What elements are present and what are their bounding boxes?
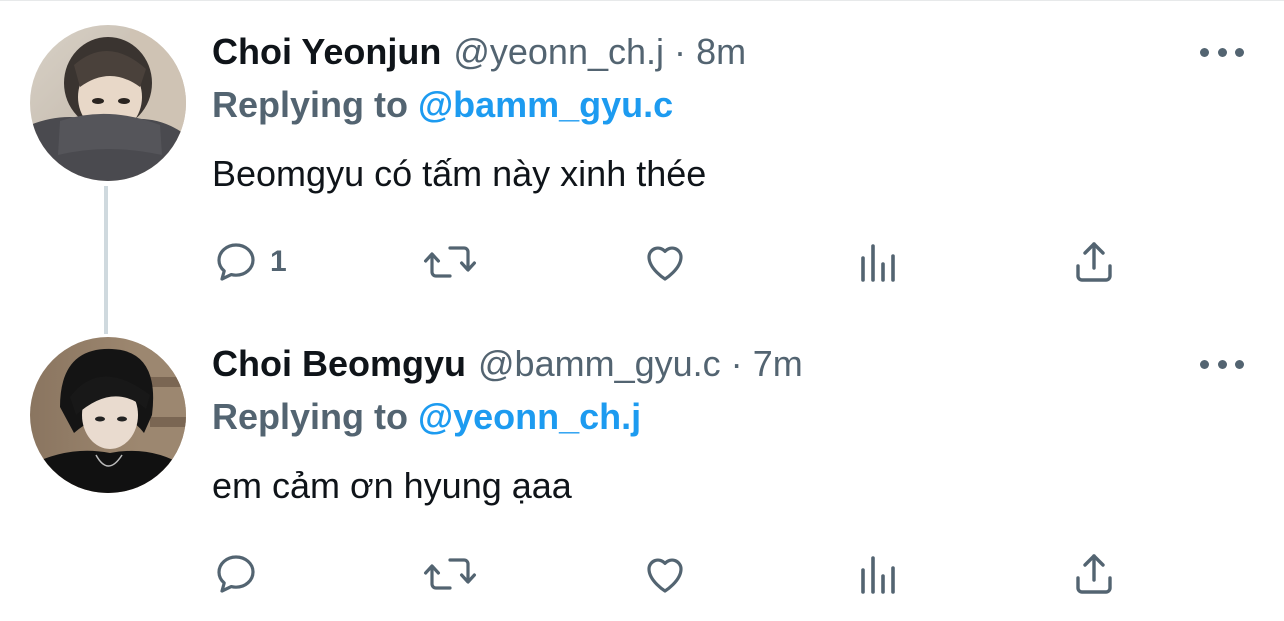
separator-dot: ·: [730, 343, 743, 384]
views-icon: [861, 556, 895, 594]
tweet-text: Beomgyu có tấm này xinh thée: [212, 153, 707, 194]
action-bar: 1: [212, 232, 1172, 292]
replying-to-line: Replying to @bamm_gyu.c: [212, 83, 673, 127]
tweet-header: Choi Yeonjun @yeonn_ch.j · 8m: [212, 30, 746, 74]
retweet-button[interactable]: [422, 232, 478, 292]
user-handle[interactable]: @bamm_gyu.c: [478, 343, 721, 384]
action-bar: [212, 544, 1172, 604]
share-icon: [1076, 554, 1112, 594]
mention-link[interactable]: @yeonn_ch.j: [418, 396, 641, 437]
views-button[interactable]: [857, 232, 901, 292]
tweet[interactable]: Choi Beomgyu @bamm_gyu.c · 7m Replying to…: [0, 310, 1284, 621]
avatar-image: [30, 337, 186, 493]
like-button[interactable]: [640, 544, 690, 604]
retweet-button[interactable]: [422, 544, 478, 604]
replying-prefix: Replying to: [212, 84, 408, 125]
reply-button[interactable]: 1: [212, 232, 287, 292]
timestamp[interactable]: 8m: [696, 31, 746, 72]
reply-button[interactable]: [212, 544, 270, 604]
share-button[interactable]: [1070, 544, 1118, 604]
more-icon[interactable]: [1200, 40, 1244, 64]
heart-icon: [647, 246, 683, 281]
reply-icon: [217, 555, 255, 593]
share-button[interactable]: [1070, 232, 1118, 292]
retweet-icon: [424, 558, 476, 590]
heart-icon: [647, 558, 683, 593]
share-icon: [1076, 242, 1112, 282]
separator-dot: ·: [674, 31, 687, 72]
like-button[interactable]: [640, 232, 690, 292]
mention-link[interactable]: @bamm_gyu.c: [418, 84, 673, 125]
reply-count: 1: [270, 245, 287, 278]
tweet[interactable]: Choi Yeonjun @yeonn_ch.j · 8m Replying to…: [0, 0, 1284, 310]
avatar-image: [30, 25, 186, 181]
reply-icon: [217, 243, 255, 281]
retweet-icon: [424, 246, 476, 278]
tweet-text: em cảm ơn hyung ạaa: [212, 465, 572, 506]
avatar[interactable]: [30, 25, 186, 181]
replying-to-line: Replying to @yeonn_ch.j: [212, 395, 641, 439]
display-name[interactable]: Choi Beomgyu: [212, 343, 466, 384]
timestamp[interactable]: 7m: [753, 343, 803, 384]
more-icon[interactable]: [1200, 352, 1244, 376]
tweet-header: Choi Beomgyu @bamm_gyu.c · 7m: [212, 342, 803, 386]
replying-prefix: Replying to: [212, 396, 408, 437]
avatar[interactable]: [30, 337, 186, 493]
views-icon: [861, 244, 895, 282]
user-handle[interactable]: @yeonn_ch.j: [453, 31, 664, 72]
display-name[interactable]: Choi Yeonjun: [212, 31, 441, 72]
views-button[interactable]: [857, 544, 901, 604]
